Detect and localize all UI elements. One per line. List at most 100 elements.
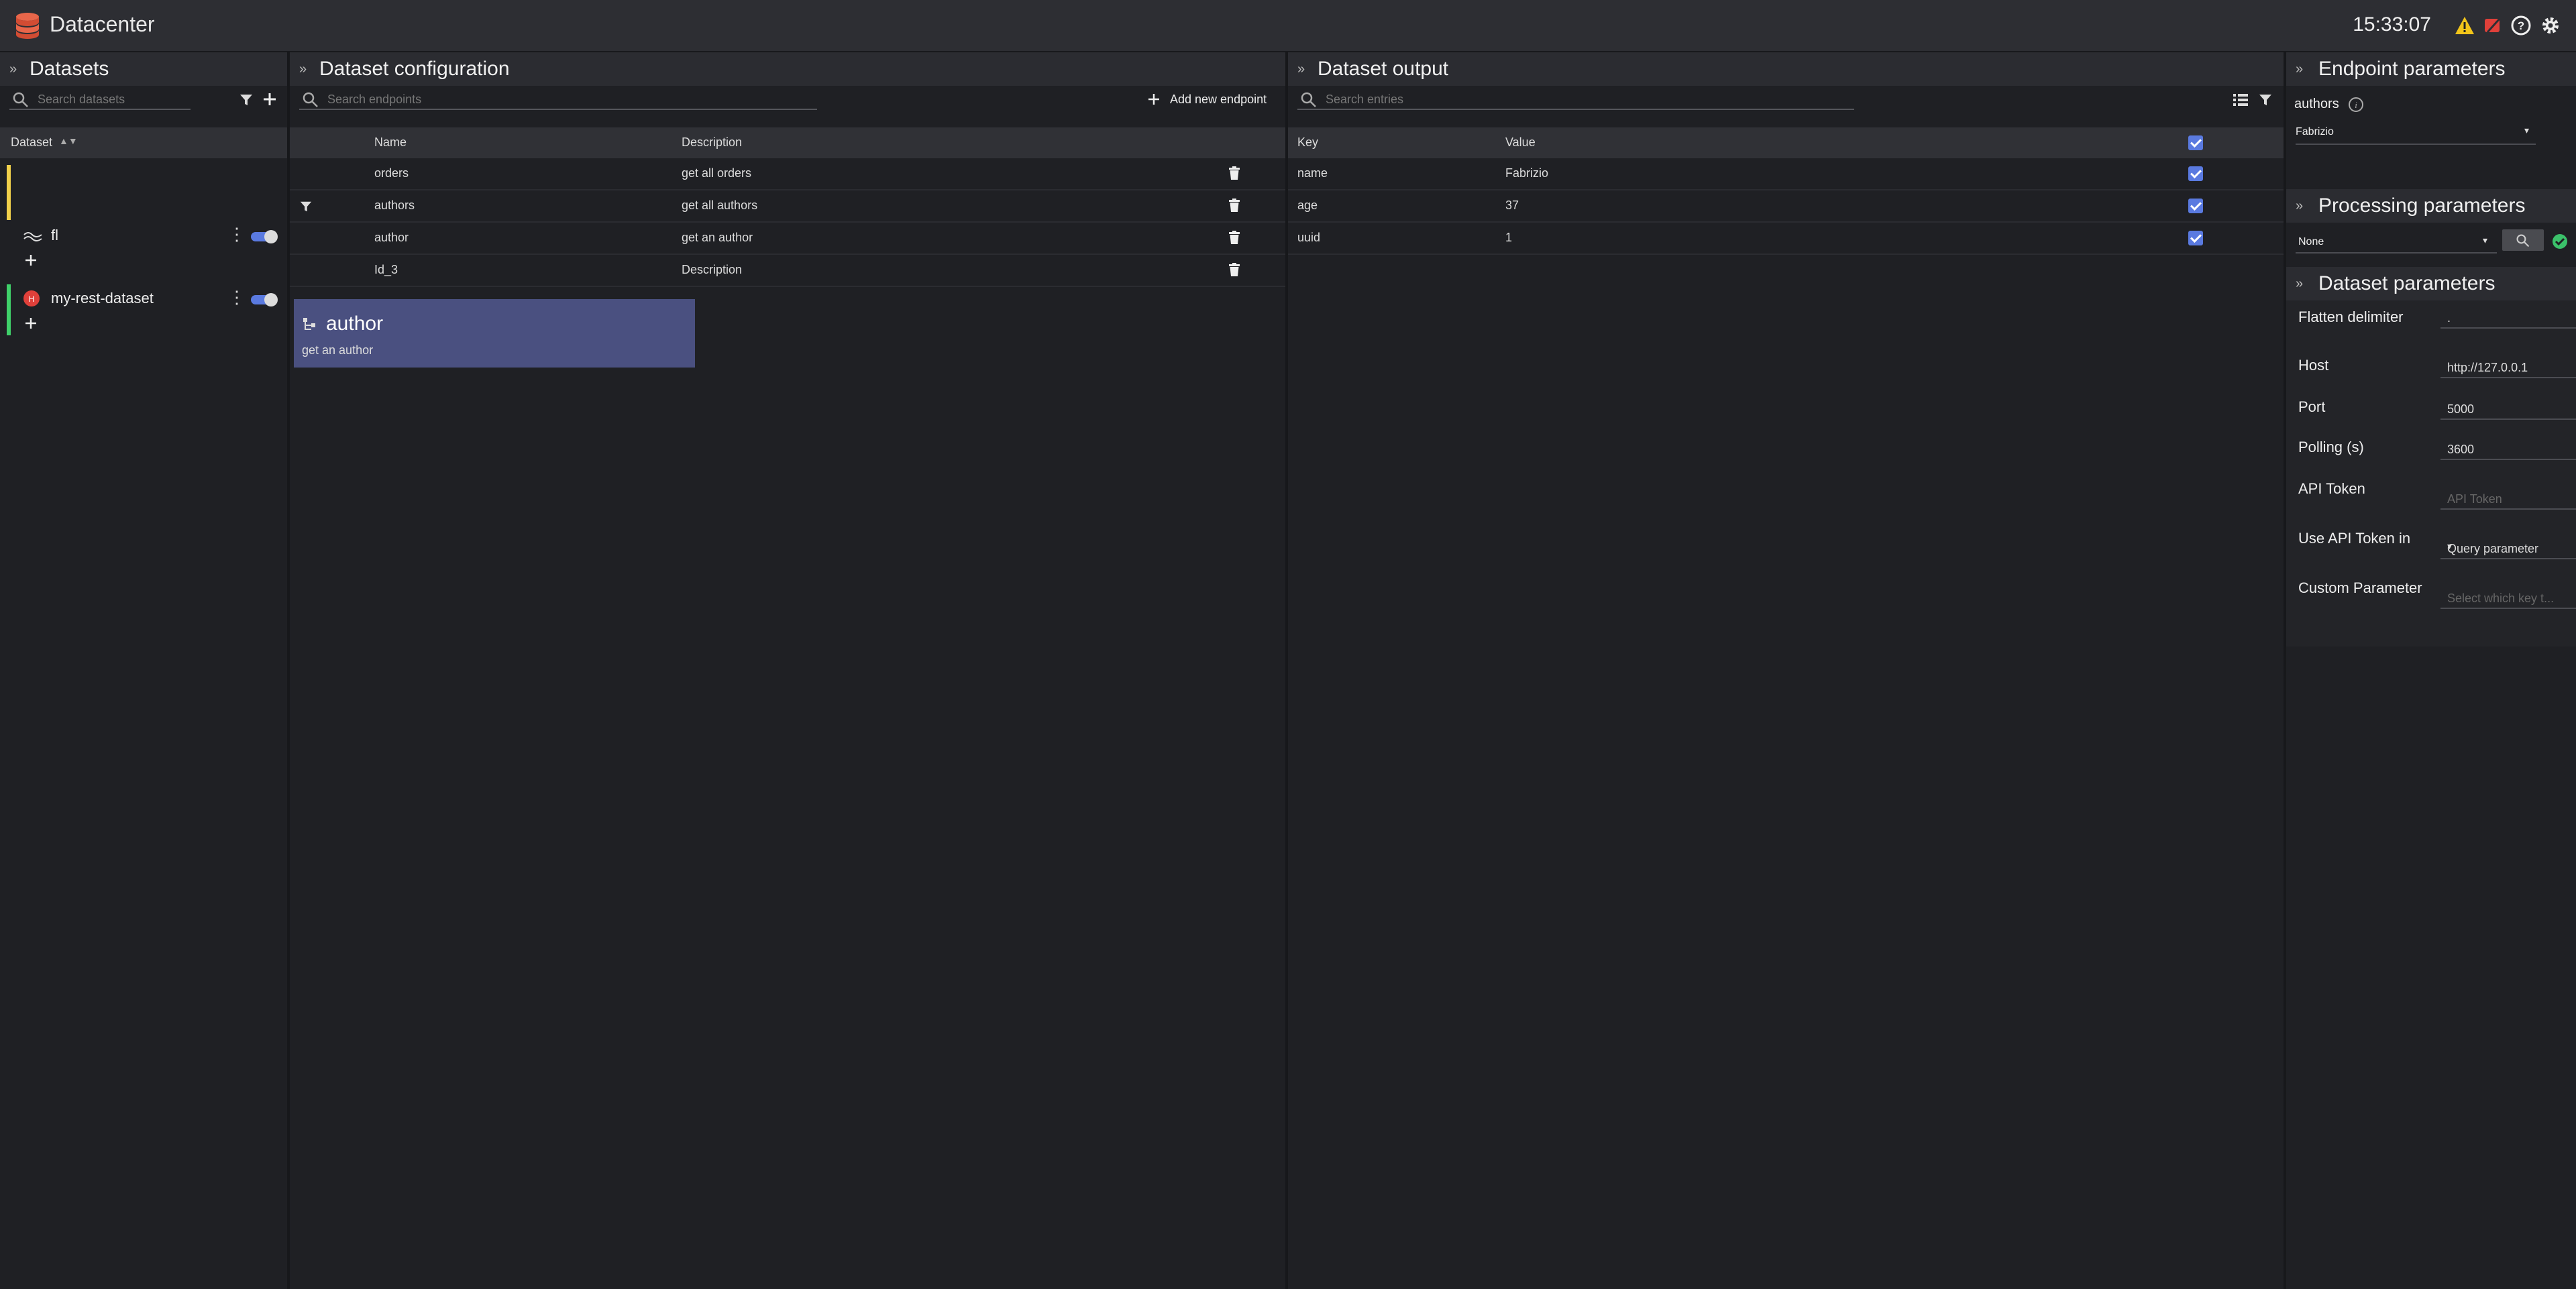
more-options-icon[interactable]: ⋮ [228,224,246,245]
table-row[interactable]: age 37 [1288,190,2284,223]
endpoint-name: orders [374,166,409,180]
collapse-chevron-icon[interactable]: » [2296,62,2303,77]
help-icon[interactable]: ? [2510,15,2532,36]
info-icon[interactable]: i [2348,97,2364,113]
add-new-endpoint-label: Add new endpoint [1170,93,1267,106]
dataset-name: fl [51,227,58,243]
output-panel-header[interactable]: » Dataset output [1288,52,2284,86]
error-notification-icon[interactable] [2482,15,2504,36]
collapse-chevron-icon[interactable]: » [299,62,307,77]
hierarchy-icon [303,318,315,330]
add-endpoint-icon[interactable] [24,317,38,330]
host-input[interactable]: http://127.0.0.1 [2440,358,2576,378]
table-row[interactable]: authors get all authors [290,190,1285,223]
column-header-key[interactable]: Key [1297,135,1318,150]
processing-parameters-header[interactable]: » Processing parameters [2286,189,2576,223]
parameters-panel: » Endpoint parameters authors i Fabrizio… [2286,52,2576,1289]
entry-key: name [1297,166,1328,180]
row-checkbox[interactable] [2188,166,2203,181]
dataset-parameters-header[interactable]: » Dataset parameters [2286,267,2576,300]
panel-title: Endpoint parameters [2318,58,2506,80]
custom-parameter-select[interactable]: Select which key t... [2440,589,2576,609]
column-header-dataset[interactable]: Dataset [11,135,52,150]
dataset-name: my-rest-dataset [51,290,154,306]
endpoints-search-input[interactable] [326,90,817,109]
custom-parameter-label: Custom Parameter [2298,579,2422,596]
table-row[interactable]: uuid 1 [1288,223,2284,255]
endpoints-search [299,90,817,110]
processing-select-value: None [2298,236,2324,247]
datasets-panel: » Datasets Dataset ▲▼ fl ⋮ H my-rest-dat… [0,52,290,1289]
endpoint-description: get all orders [682,166,752,180]
endpoint-name: authors [2294,97,2339,111]
collapse-chevron-icon[interactable]: » [9,62,17,77]
processing-search-button[interactable] [2502,229,2544,251]
entries-search-input[interactable] [1324,90,1854,109]
datasets-table-header[interactable]: Dataset ▲▼ [0,127,287,158]
dataset-enabled-toggle[interactable] [251,293,278,306]
delete-trash-icon[interactable] [1229,166,1240,180]
endpoint-name: author [374,231,409,244]
rest-icon: H [23,290,40,306]
collapse-chevron-icon[interactable]: » [2296,276,2303,292]
configuration-panel-header[interactable]: » Dataset configuration [290,52,1285,86]
sort-icon[interactable]: ▲▼ [59,135,78,146]
entry-key: uuid [1297,231,1321,244]
filter-icon[interactable] [239,93,254,107]
table-row[interactable]: Id_3 Description [290,255,1285,287]
filter-icon [300,201,312,212]
column-header-description[interactable]: Description [682,135,742,150]
endpoint-name: authors [374,199,415,212]
port-label: Port [2298,398,2326,415]
port-input[interactable]: 5000 [2440,400,2576,420]
dataset-enabled-toggle[interactable] [251,230,278,243]
table-row[interactable]: name Fabrizio [1288,158,2284,190]
polling-input[interactable]: 3600 [2440,440,2576,460]
svg-text:?: ? [2518,19,2524,32]
database-logo-icon [16,13,39,39]
dataset-parameters-body: Flatten delimiter . Host http://127.0.0.… [2286,300,2576,647]
drag-card-subtitle: get an author [302,343,374,357]
dataset-item[interactable]: fl ⋮ [0,165,287,274]
add-endpoint-icon[interactable] [24,254,38,267]
delete-trash-icon[interactable] [1229,199,1240,212]
table-row[interactable]: orders get all orders [290,158,1285,190]
endpoint-select-value: Fabrizio [2296,126,2334,137]
endpoints-table-header: Name Description [290,127,1285,158]
add-dataset-icon[interactable] [262,91,278,107]
endpoint-drag-card[interactable]: author get an author [294,299,695,368]
use-api-token-in-select[interactable]: Query parameter ▾ [2440,539,2576,559]
datasets-search-input[interactable] [36,90,191,109]
warning-icon[interactable] [2454,15,2475,36]
flatten-delimiter-input[interactable]: . [2440,309,2576,329]
datasets-panel-header[interactable]: » Datasets [0,52,287,86]
filter-icon[interactable] [2258,93,2273,107]
endpoint-parameters-header[interactable]: » Endpoint parameters [2286,52,2576,86]
dataset-item[interactable]: H my-rest-dataset ⋮ [0,284,287,339]
api-token-input[interactable]: API Token [2440,490,2576,510]
column-header-value[interactable]: Value [1505,135,1536,150]
row-checkbox[interactable] [2188,199,2203,213]
processing-select[interactable]: None ▾ [2296,232,2497,254]
row-checkbox[interactable] [2188,231,2203,245]
dataset-output-panel: » Dataset output Key Value name Fabrizio… [1288,52,2286,1289]
select-all-checkbox[interactable] [2188,135,2203,150]
delete-trash-icon[interactable] [1229,231,1240,244]
delete-trash-icon[interactable] [1229,263,1240,276]
settings-gear-icon[interactable] [2540,15,2561,36]
clock: 15:33:07 [2353,13,2431,36]
endpoint-name: Id_3 [374,263,398,276]
more-options-icon[interactable]: ⋮ [228,287,246,308]
table-row[interactable]: author get an author [290,223,1285,255]
search-icon [13,92,28,107]
polling-label: Polling (s) [2298,439,2364,455]
drag-card-title: author [326,313,384,335]
collapse-chevron-icon[interactable]: » [2296,199,2303,214]
top-bar: Datacenter 15:33:07 ? [0,0,2576,52]
entry-value: 37 [1505,199,1519,212]
endpoints-search-bar: Add new endpoint [290,86,1285,113]
column-header-name[interactable]: Name [374,135,407,150]
list-view-icon[interactable] [2233,93,2249,107]
collapse-chevron-icon[interactable]: » [1297,62,1305,77]
endpoint-select[interactable]: Fabrizio ▾ [2296,123,2536,145]
